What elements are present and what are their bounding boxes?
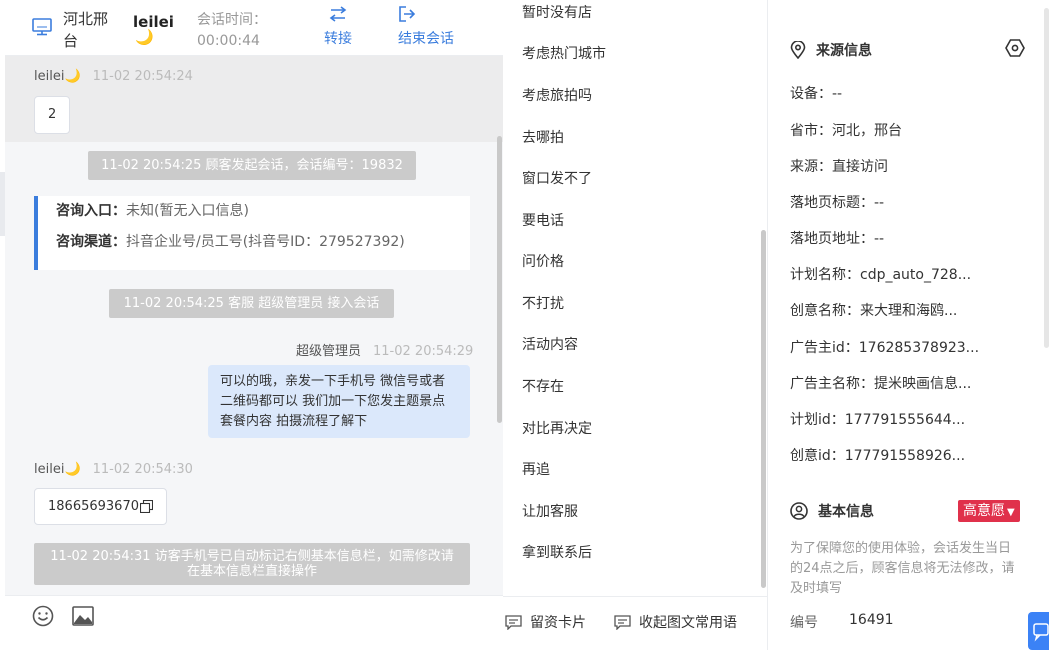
message-sender: leilei🌙 [34, 69, 81, 84]
consult-channel-value: 抖音企业号/员工号(抖音号ID：279527392) [126, 234, 405, 250]
quick-reply-panel: 暂时没有店 考虑热门城市 考虑旅拍吗 去哪拍 窗口发不了 要电话 问价格 不打扰… [503, 0, 767, 596]
agent-message-meta: 超级管理员 11-02 20:54:29 [296, 340, 473, 359]
chat-scrollbar[interactable] [497, 136, 502, 423]
creative-name: 创意名称：来大理和海鸥... [790, 303, 958, 319]
number-label: 编号 [790, 615, 818, 631]
quick-reply-item[interactable]: 活动内容 [522, 334, 578, 354]
consult-channel-row: 咨询渠道：抖音企业号/员工号(抖音号ID：279527392) [56, 227, 470, 258]
landing-page-url: 落地页地址：-- [790, 231, 885, 247]
transfer-label: 转接 [324, 31, 352, 47]
quick-reply-item[interactable]: 不存在 [522, 376, 564, 396]
session-time-label: 会话时间： [197, 12, 267, 28]
consult-channel-label: 咨询渠道： [56, 234, 126, 250]
customer-info-panel: 来源信息 设备：-- 省市：河北，邢台 来源：直接访问 落地页标题：-- 落地页… [768, 0, 1049, 650]
phrases-icon [614, 614, 631, 630]
advertiser-id: 广告主id：176285378923... [790, 340, 980, 356]
message-meta: leilei🌙 11-02 20:54:24 [34, 69, 193, 84]
quick-reply-item[interactable]: 考虑热门城市 [522, 43, 606, 63]
session-time: 00:00:44 [197, 33, 260, 49]
system-message: 11-02 20:54:25 顾客发起会话，会话编号：19832 [88, 151, 416, 180]
fold-phrases-button[interactable]: 收起图文常用语 [614, 612, 737, 632]
quick-reply-item[interactable]: 让加客服 [522, 501, 578, 521]
agent-message-time: 11-02 20:54:29 [373, 344, 474, 359]
visitor-phone-message: 18665693670 [34, 488, 167, 525]
end-session-button[interactable]: 结束会话 [398, 6, 454, 48]
app-root: 河北邢台 leilei 🌙 会话时间： 00:00:44 转接 结束会话 lei… [0, 0, 1049, 650]
landing-page-title: 落地页标题：-- [790, 195, 885, 211]
plan-name: 计划名称：cdp_auto_728... [790, 267, 972, 283]
quick-reply-item[interactable]: 暂时没有店 [522, 2, 592, 22]
desktop-icon [32, 18, 52, 36]
message-time: 11-02 20:54:30 [92, 462, 193, 477]
quick-reply-toolbar: 留资卡片 收起图文常用语 [503, 596, 767, 650]
visitor-message: 2 [34, 96, 71, 134]
source-province: 省市：河北，邢台 [790, 123, 902, 139]
settings-hex-icon[interactable] [1005, 39, 1025, 57]
agent-name: 超级管理员 [296, 344, 362, 359]
floating-chat-button[interactable] [1028, 612, 1049, 650]
chat-header: 河北邢台 leilei 🌙 会话时间： 00:00:44 转接 结束会话 [5, 0, 503, 56]
plan-id: 计划id：177791555644... [790, 412, 966, 428]
source-device: 设备：-- [790, 86, 843, 102]
copy-icon[interactable] [139, 500, 153, 513]
intent-level-dropdown[interactable]: 高意愿 ▼ [958, 500, 1020, 522]
basic-info-header: 基本信息 [790, 501, 874, 521]
chat-messages[interactable]: leilei🌙 11-02 20:54:24 2 11-02 20:54:25 顾… [5, 56, 503, 595]
info-scrollbar[interactable] [1044, 8, 1049, 348]
message-meta: leilei🌙 11-02 20:54:30 [34, 462, 193, 477]
creative-id: 创意id：177791558926... [790, 448, 966, 464]
source-info-title: 来源信息 [816, 43, 872, 59]
card-icon [505, 614, 522, 630]
edit-notice: 为了保障您的使用体验，会话发生当日的24点之后，顾客信息将无法修改，请及时填写 [790, 541, 1015, 596]
system-message: 11-02 20:54:31 访客手机号已自动标记右侧基本信息栏，如需修改请在基… [34, 543, 470, 585]
number-value: 16491 [849, 612, 894, 628]
quick-reply-scrollbar[interactable] [761, 230, 766, 588]
visitor-phone: 18665693670 [48, 499, 139, 514]
visitor-location: 河北邢台 [63, 10, 109, 50]
quick-reply-item[interactable]: 对比再决定 [522, 418, 592, 438]
image-icon[interactable] [72, 606, 94, 626]
emoji-icon[interactable] [32, 605, 54, 627]
transfer-button[interactable]: 转接 [324, 6, 352, 48]
quick-reply-item[interactable]: 考虑旅拍吗 [522, 85, 592, 105]
visitor-name-emoji: 🌙 [135, 28, 154, 46]
chat-icon [1033, 623, 1049, 642]
chat-input-toolbar [5, 595, 503, 650]
exit-icon [399, 6, 416, 22]
quick-reply-item[interactable]: 窗口发不了 [522, 168, 592, 188]
consult-entry-value: 未知(暂无入口信息) [126, 203, 249, 219]
caret-down-icon: ▼ [1007, 507, 1015, 518]
transfer-icon [329, 6, 347, 22]
fold-phrases-label: 收起图文常用语 [639, 615, 737, 631]
consult-entry-row: 咨询入口：未知(暂无入口信息) [56, 196, 470, 227]
message-sender: leilei🌙 [34, 462, 81, 477]
lead-card-label: 留资卡片 [530, 615, 586, 631]
advertiser-name: 广告主名称：提米映画信息... [790, 376, 972, 392]
location-pin-icon [790, 41, 806, 59]
source-origin: 来源：直接访问 [790, 159, 888, 175]
system-message: 11-02 20:54:25 客服 超级管理员 接入会话 [109, 289, 394, 318]
message-time: 11-02 20:54:24 [92, 69, 193, 84]
consult-entry-label: 咨询入口： [56, 203, 126, 219]
lead-card-button[interactable]: 留资卡片 [505, 612, 586, 632]
end-session-label: 结束会话 [398, 31, 454, 47]
chat-panel: 河北邢台 leilei 🌙 会话时间： 00:00:44 转接 结束会话 lei… [5, 0, 503, 650]
quick-reply-item[interactable]: 再追 [522, 459, 550, 479]
quick-reply-item[interactable]: 拿到联系后 [522, 542, 592, 562]
agent-message: 可以的哦，亲发一下手机号 微信号或者二维码都可以 我们加一下您发主题景点 套餐内… [208, 365, 470, 438]
consult-info-card: 咨询入口：未知(暂无入口信息) 咨询渠道：抖音企业号/员工号(抖音号ID：279… [34, 196, 470, 270]
quick-reply-item[interactable]: 不打扰 [522, 293, 564, 313]
quick-reply-item[interactable]: 问价格 [522, 251, 564, 271]
intent-level-value: 高意愿 [963, 503, 1005, 519]
basic-info-title: 基本信息 [818, 504, 874, 520]
source-info-header: 来源信息 [790, 40, 872, 60]
quick-reply-item[interactable]: 去哪拍 [522, 127, 564, 147]
user-circle-icon [790, 502, 808, 520]
quick-reply-item[interactable]: 要电话 [522, 210, 564, 230]
